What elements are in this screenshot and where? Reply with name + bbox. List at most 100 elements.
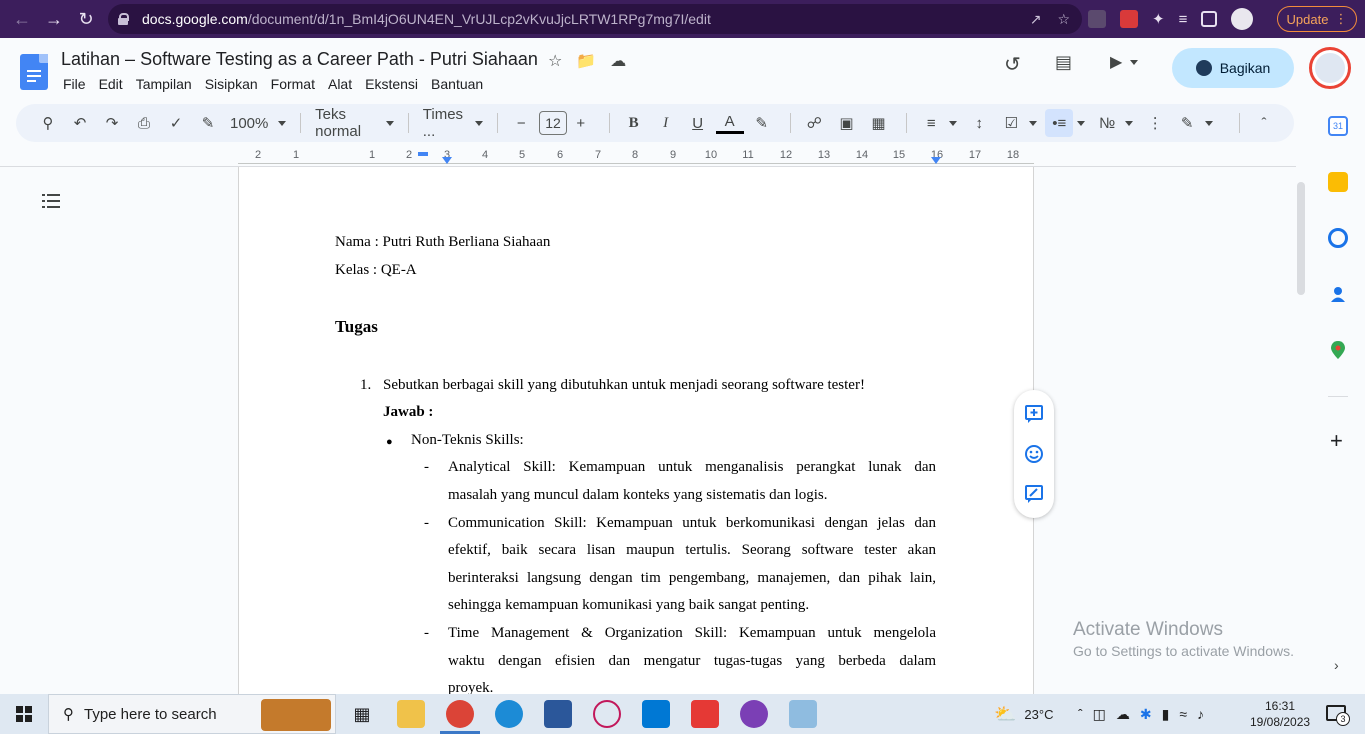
tasks-icon[interactable]	[1328, 228, 1348, 248]
font-select[interactable]: Times ...	[419, 106, 487, 140]
menu-extensions[interactable]: Ekstensi	[365, 76, 431, 92]
cloud-status-icon[interactable]: ☁	[610, 51, 626, 71]
numbered-list-icon[interactable]: №	[1093, 109, 1121, 137]
first-line-indent-handle[interactable]	[418, 152, 428, 156]
profile-avatar[interactable]	[1231, 8, 1254, 30]
link-icon[interactable]: ☍	[800, 109, 828, 137]
chrome-icon[interactable]	[446, 700, 474, 728]
weather-widget[interactable]: ⛅ 23°C	[994, 694, 1053, 734]
bulleted-list-icon[interactable]: •≡	[1045, 109, 1074, 137]
bookmark-star-icon[interactable]: ☆	[1057, 11, 1070, 28]
document-outline-icon[interactable]	[42, 194, 60, 208]
menu-format[interactable]: Format	[271, 76, 328, 92]
right-indent-handle[interactable]	[931, 157, 941, 164]
battery-icon[interactable]: ▮	[1162, 706, 1170, 723]
edge-icon[interactable]	[495, 700, 523, 728]
calendar-icon[interactable]: 31	[1328, 116, 1348, 136]
update-button[interactable]: Update ⋮	[1277, 6, 1357, 32]
text-color-icon[interactable]: A	[715, 112, 744, 134]
list-item-line: Communication Skill: Kemampuan untuk ber…	[448, 515, 936, 531]
maps-icon[interactable]	[1328, 340, 1348, 360]
extension-red-icon[interactable]	[1120, 10, 1138, 28]
meet-button[interactable]: ▶	[1110, 52, 1139, 72]
line-spacing-icon[interactable]: ↕	[965, 109, 993, 137]
side-panel-icon[interactable]	[1201, 11, 1218, 27]
decrease-font-size-icon[interactable]: −	[507, 109, 535, 137]
github-desktop-icon[interactable]	[740, 700, 768, 728]
suggest-edits-icon[interactable]	[1024, 484, 1044, 504]
vscode-icon[interactable]	[642, 700, 670, 728]
emoji-reaction-icon[interactable]	[1024, 444, 1044, 464]
reload-icon[interactable]: ↻	[70, 0, 102, 38]
word-icon[interactable]	[544, 700, 572, 728]
menu-edit[interactable]: Edit	[99, 76, 136, 92]
move-folder-icon[interactable]: 📁	[576, 51, 596, 71]
menu-tools[interactable]: Alat	[328, 76, 365, 92]
insert-image-icon[interactable]: ▦	[864, 109, 892, 137]
keep-icon[interactable]	[1328, 172, 1348, 192]
print-icon[interactable]: ⎙	[130, 109, 158, 137]
left-indent-handle[interactable]	[442, 157, 452, 164]
taskbar-search[interactable]: ⚲ Type here to search	[48, 694, 336, 734]
extension-icon[interactable]	[1088, 10, 1106, 28]
share-button[interactable]: Bagikan	[1172, 48, 1294, 88]
media-queue-icon[interactable]: ≡	[1179, 11, 1188, 28]
address-bar[interactable]: docs.google.com/document/d/1n_BmI4jO6UN4…	[108, 4, 1082, 34]
forward-arrow-icon[interactable]: →	[38, 0, 70, 38]
menu-view[interactable]: Tampilan	[136, 76, 205, 92]
add-addon-icon[interactable]: +	[1330, 428, 1343, 454]
cloud-icon[interactable]: ☁	[1116, 706, 1130, 723]
account-avatar[interactable]	[1309, 47, 1351, 89]
menu-insert[interactable]: Sisipkan	[205, 76, 271, 92]
menu-help[interactable]: Bantuan	[431, 76, 496, 92]
bold-icon[interactable]: B	[620, 109, 648, 137]
heading-tugas: Tugas	[335, 317, 378, 336]
docs-logo-icon[interactable]	[20, 54, 48, 90]
more-options-icon[interactable]: ⋮	[1141, 109, 1169, 137]
checklist-icon[interactable]: ☑	[997, 109, 1025, 137]
increase-font-size-icon[interactable]: +	[567, 109, 595, 137]
menu-file[interactable]: File	[63, 76, 99, 92]
volume-icon[interactable]: ♪	[1197, 706, 1204, 722]
start-button[interactable]	[0, 694, 48, 734]
document-title[interactable]: Latihan – Software Testing as a Career P…	[61, 49, 538, 70]
ruler[interactable]: 2 1 1 2 3 4 5 6 7 8 9 10 11 12 13 14 15 …	[238, 148, 1034, 166]
comments-icon[interactable]: ▤	[1055, 52, 1072, 73]
history-icon[interactable]: ↺	[1004, 52, 1021, 77]
add-comment-icon[interactable]: ▣	[832, 109, 860, 137]
wifi-icon[interactable]: ≈	[1179, 706, 1187, 722]
spellcheck-icon[interactable]: ✓	[162, 109, 190, 137]
vertical-scrollbar[interactable]	[1297, 182, 1305, 295]
document-page[interactable]: Nama : Putri Ruth Berliana Siahaan Kelas…	[238, 167, 1034, 696]
add-comment-icon[interactable]	[1024, 404, 1044, 424]
style-select[interactable]: Teks normal	[311, 106, 398, 140]
back-arrow-icon[interactable]: ←	[6, 0, 38, 38]
share-page-icon[interactable]: ↗	[1030, 11, 1042, 28]
zoom-select[interactable]: 100%	[226, 115, 290, 132]
paint-format-icon[interactable]: ✎	[194, 109, 222, 137]
align-icon[interactable]: ≡	[917, 109, 945, 137]
notes-app-icon[interactable]	[789, 700, 817, 728]
chevron-up-icon[interactable]: ˆ	[1078, 706, 1083, 722]
underline-icon[interactable]: U	[684, 109, 712, 137]
clock[interactable]: 16:31 19/08/2023	[1250, 698, 1310, 730]
search-icon[interactable]: ⚲	[34, 109, 62, 137]
font-size-input[interactable]: 12	[539, 111, 567, 135]
collapse-menu-icon[interactable]: ˆ	[1250, 109, 1278, 137]
redo-icon[interactable]: ↷	[98, 109, 126, 137]
expand-panel-icon[interactable]: ›	[1334, 657, 1339, 673]
file-explorer-icon[interactable]	[397, 700, 425, 728]
italic-icon[interactable]: I	[652, 109, 680, 137]
bluetooth-icon[interactable]: ✱	[1140, 706, 1152, 723]
contacts-icon[interactable]	[1328, 284, 1348, 304]
ruler-label: 10	[704, 149, 718, 161]
puzzle-icon[interactable]: ✦	[1152, 10, 1165, 28]
network-app-icon[interactable]	[593, 700, 621, 728]
star-icon[interactable]: ☆	[548, 51, 562, 71]
highlight-icon[interactable]: ✎	[748, 109, 776, 137]
task-view-icon[interactable]: ▦	[348, 700, 376, 728]
screen-recorder-icon[interactable]	[691, 700, 719, 728]
undo-icon[interactable]: ↶	[66, 109, 94, 137]
editing-mode-icon[interactable]: ✎	[1173, 109, 1201, 137]
tray-app-icon[interactable]: ◫	[1093, 706, 1106, 723]
